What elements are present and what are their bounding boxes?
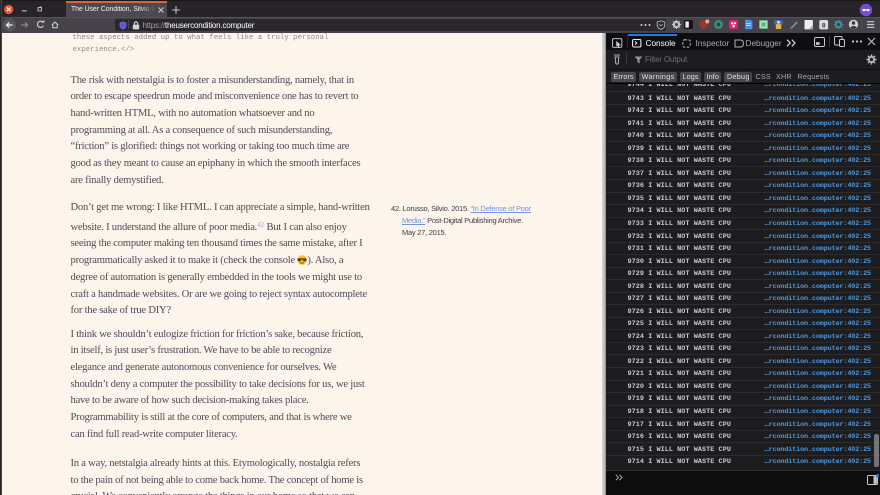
svg-text:8: 8 xyxy=(822,22,826,29)
svg-text:13: 13 xyxy=(706,20,710,24)
